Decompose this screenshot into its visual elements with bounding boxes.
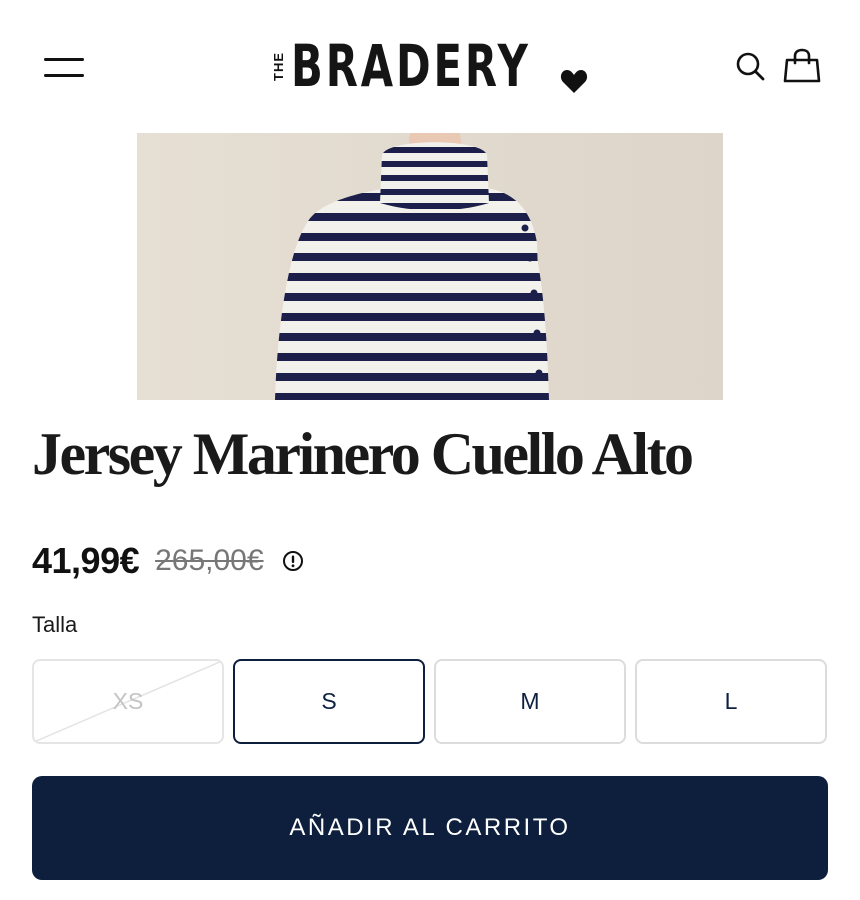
add-to-cart-button[interactable]: AÑADIR AL CARRITO: [32, 776, 828, 880]
price-row: 41,99€ 265,00€: [32, 536, 304, 586]
size-option-s[interactable]: S: [233, 659, 425, 744]
shopping-bag-icon[interactable]: [782, 48, 822, 84]
original-price: 265,00€: [155, 544, 264, 577]
logo-wordmark: BRADERY: [291, 32, 531, 100]
info-circle-icon[interactable]: [282, 550, 304, 572]
striped-sweater-illustration: [137, 133, 723, 400]
size-option-l[interactable]: L: [635, 659, 827, 744]
site-header: THE BRADERY: [0, 0, 860, 130]
size-option-label: S: [321, 688, 337, 714]
heart-icon: [560, 70, 588, 93]
size-option-xs[interactable]: XS: [32, 659, 224, 744]
sale-price: 41,99€: [32, 540, 140, 581]
hamburger-menu-icon[interactable]: [44, 56, 84, 78]
size-label: Talla: [32, 612, 78, 637]
size-option-label: M: [520, 688, 540, 714]
add-to-cart-label: AÑADIR AL CARRITO: [289, 814, 571, 841]
logo-prefix: THE: [271, 51, 286, 81]
search-icon[interactable]: [734, 50, 766, 82]
product-image[interactable]: [137, 133, 723, 400]
brand-logo[interactable]: THE BRADERY: [271, 32, 671, 100]
size-option-label: XS: [112, 688, 144, 714]
size-option-label: L: [724, 688, 738, 714]
size-option-m[interactable]: M: [434, 659, 626, 744]
product-title: Jersey Marinero Cuello Alto: [32, 421, 694, 487]
